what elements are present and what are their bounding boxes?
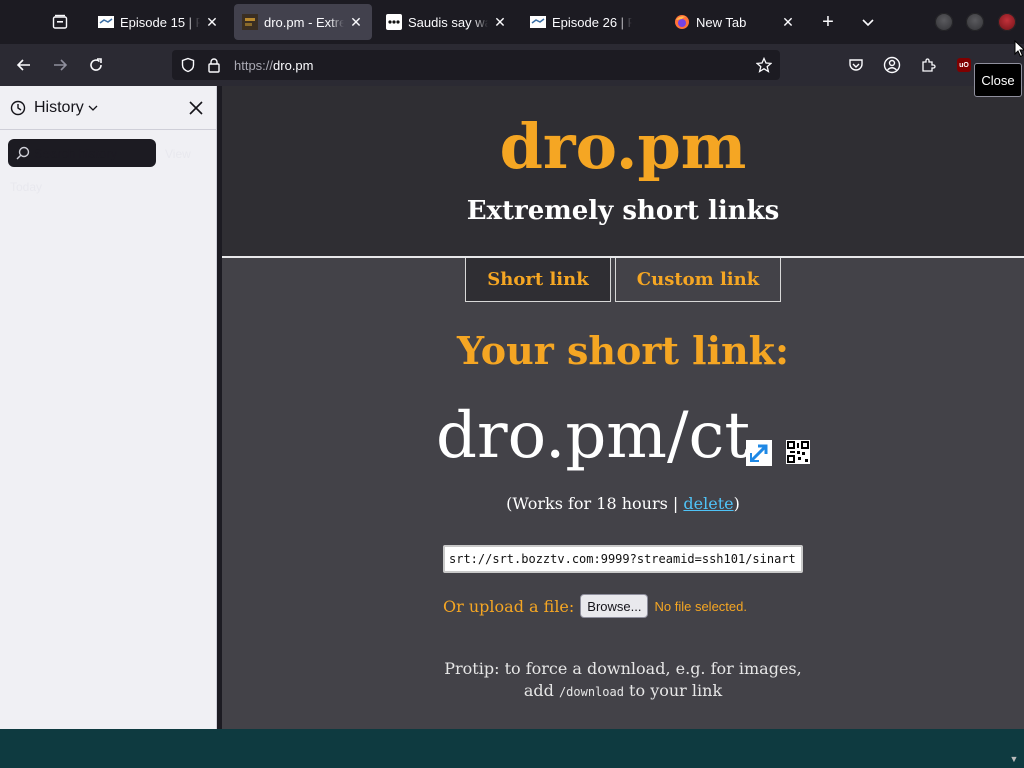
tab-saudis[interactable]: Saudis say war ✕ <box>378 4 516 40</box>
no-file-label: No file selected. <box>654 598 747 614</box>
list-all-tabs-button[interactable] <box>854 8 882 36</box>
tab-close-icon[interactable]: ✕ <box>204 14 220 30</box>
url-scheme: https:// <box>234 57 274 73</box>
protip: Protip: to force a download, e.g. for im… <box>222 658 1024 703</box>
tab-episode-15[interactable]: Episode 15 | Fe ✕ <box>90 4 228 40</box>
bottom-bar <box>0 729 1024 768</box>
reload-icon <box>90 58 102 71</box>
account-icon <box>883 56 901 74</box>
mouse-cursor-icon <box>1014 40 1024 58</box>
reload-button[interactable] <box>82 51 110 79</box>
short-link-heading: Your short link: <box>456 328 790 373</box>
nav-toolbar: https://dro.pm uO <box>0 44 1024 86</box>
expiry-prefix: (Works for 18 hours | <box>506 494 684 513</box>
tab-close-icon[interactable]: ✕ <box>780 14 796 30</box>
maximize-button[interactable] <box>966 13 984 31</box>
url-bar[interactable]: https://dro.pm <box>172 50 780 80</box>
minimize-button[interactable] <box>935 13 953 31</box>
browse-button[interactable]: Browse... <box>580 594 649 618</box>
sidebar-header: History <box>0 86 216 130</box>
chevron-down-icon[interactable] <box>88 103 98 113</box>
protip-line-1: Protip: to force a download, e.g. for im… <box>444 659 802 678</box>
firefox-view-icon <box>52 14 68 29</box>
forward-button[interactable] <box>46 51 74 79</box>
url-host: dro.pm <box>273 57 314 73</box>
clock-icon <box>10 100 26 115</box>
tab-title: Episode 26 | Pe <box>552 14 632 30</box>
sidebar-close-button[interactable] <box>186 98 206 118</box>
dots-icon <box>386 14 402 30</box>
protip-code: /download <box>558 685 624 699</box>
close-icon <box>189 100 203 115</box>
tab-new-tab[interactable]: New Tab ✕ <box>666 4 804 40</box>
tab-close-icon[interactable]: ✕ <box>492 14 508 30</box>
protip-post: to your link <box>623 681 723 700</box>
forward-arrow-icon <box>54 59 68 71</box>
back-arrow-icon <box>16 59 30 71</box>
lock-icon[interactable] <box>204 55 224 75</box>
expiry-text: (Works for 18 hours | delete) <box>222 494 1024 513</box>
shield-icon[interactable] <box>178 55 198 75</box>
upload-row: Or upload a file: Browse... No file sele… <box>443 594 747 618</box>
protip-line-2: add /download to your link <box>222 680 1024 703</box>
tab-title: Saudis say war <box>408 14 488 30</box>
pocket-icon <box>849 59 863 71</box>
firefox-view-button[interactable] <box>46 8 74 36</box>
url-text[interactable]: https://dro.pm <box>234 58 314 73</box>
plus-icon: + <box>822 10 834 33</box>
back-button[interactable] <box>10 51 38 79</box>
chevron-down-icon <box>862 19 874 27</box>
site-tagline: Extremely short links <box>466 196 780 226</box>
open-link-icon[interactable] <box>746 440 772 466</box>
tv-icon <box>98 14 114 30</box>
upload-label: Or upload a file: <box>443 596 575 616</box>
site-logo[interactable]: dro.pm <box>222 116 1024 178</box>
tab-short-link[interactable]: Short link <box>465 258 611 302</box>
extensions-button[interactable] <box>914 51 942 79</box>
search-icon <box>16 146 30 160</box>
tab-dropm[interactable]: dro.pm - Extrem ✕ <box>234 4 372 40</box>
expiry-suffix: ) <box>733 494 740 513</box>
firefox-icon <box>674 14 690 30</box>
scroll-down-arrow-icon[interactable]: ▼ <box>1008 746 1020 764</box>
dropm-favicon <box>242 14 258 30</box>
history-search-input[interactable]: Search history <box>8 139 156 167</box>
bookmark-star-icon[interactable] <box>754 55 774 75</box>
ublock-icon: uO <box>957 58 971 72</box>
qr-code-icon[interactable] <box>786 440 810 464</box>
new-tab-button[interactable]: + <box>814 8 842 36</box>
site-header: dro.pm Extremely short links <box>222 86 1024 258</box>
tv-icon <box>530 14 546 30</box>
search-placeholder: Search history <box>34 145 118 161</box>
tab-title: dro.pm - Extrem <box>264 14 344 30</box>
tab-episode-26[interactable]: Episode 26 | Pe ✕ <box>522 4 660 40</box>
tab-strip: Episode 15 | Fe ✕ dro.pm - Extrem ✕ Saud… <box>0 0 1024 44</box>
view-button[interactable]: View <box>165 147 191 161</box>
sidebar-title[interactable]: History <box>34 99 84 117</box>
close-tooltip: Close <box>974 63 1022 97</box>
tab-title: Episode 15 | Fe <box>120 14 200 30</box>
window-close-button[interactable] <box>998 13 1016 31</box>
tab-close-icon[interactable]: ✕ <box>348 14 364 30</box>
delete-link[interactable]: delete <box>683 494 733 513</box>
tab-title: New Tab <box>696 14 747 30</box>
account-button[interactable] <box>878 51 906 79</box>
history-sidebar: History Search history View Today <box>0 86 217 729</box>
puzzle-icon <box>922 58 936 72</box>
tab-custom-link[interactable]: Custom link <box>615 258 781 302</box>
history-group-today[interactable]: Today <box>10 180 42 194</box>
short-url[interactable]: dro.pm/ct <box>436 404 750 468</box>
pocket-button[interactable] <box>842 51 870 79</box>
protip-pre: add <box>523 681 559 700</box>
page-content: dro.pm Extremely short links Short link … <box>222 86 1024 729</box>
url-input[interactable]: srt://srt.bozztv.com:9999?streamid=ssh10… <box>443 545 803 573</box>
